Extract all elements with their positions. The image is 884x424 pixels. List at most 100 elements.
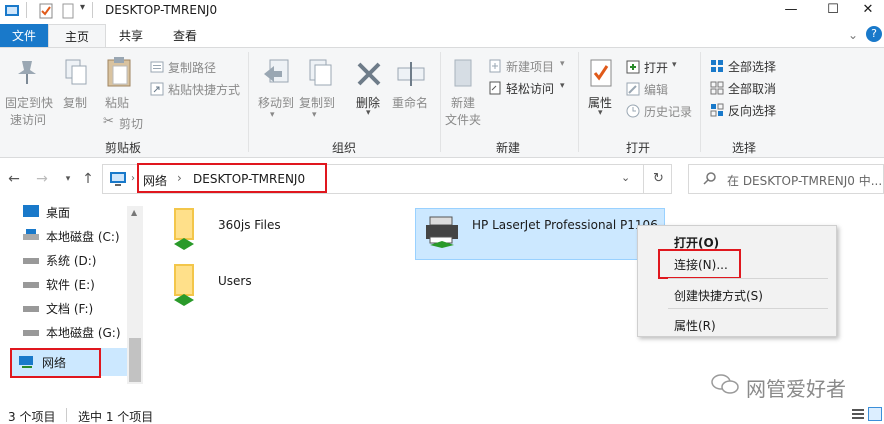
nav-item-drive-c[interactable]: 本地磁盘 (C:)	[22, 226, 120, 248]
up-button[interactable]: ↑	[80, 170, 96, 188]
large-icons-view-icon[interactable]	[868, 407, 882, 421]
nav-item-label: 文档 (F:)	[46, 302, 94, 316]
nav-item-drive-g[interactable]: 本地磁盘 (G:)	[22, 322, 121, 344]
delete-icon	[355, 60, 383, 91]
nav-item-drive-e[interactable]: 软件 (E:)	[22, 274, 95, 296]
nav-item-drive-f[interactable]: 文档 (F:)	[22, 298, 93, 320]
address-dropdown-icon[interactable]: ⌄	[621, 171, 630, 184]
menu-separator	[668, 278, 828, 279]
delete-dropdown-icon[interactable]: ▾	[366, 108, 371, 118]
drive-icon	[22, 323, 40, 345]
properties-dropdown-icon[interactable]: ▾	[598, 108, 603, 118]
group-divider	[700, 52, 701, 152]
navigation-pane: 桌面 本地磁盘 (C:) 系统 (D:) 软件 (E:) 文档 (F:) 本地磁…	[0, 200, 143, 384]
menu-item-connect[interactable]: 连接(N)...	[674, 256, 728, 273]
nav-item-drive-d[interactable]: 系统 (D:)	[22, 250, 96, 272]
explorer-icon[interactable]	[4, 3, 20, 19]
copy-path-button[interactable]: 复制路径	[168, 59, 216, 76]
copy-path-icon	[150, 60, 164, 77]
search-box[interactable]: 在 DESKTOP-TMRENJ0 中...	[688, 164, 884, 194]
easy-access-dropdown-icon[interactable]: ▾	[560, 81, 565, 91]
ribbon: 固定到快 速访问 复制 粘贴 ✂ 剪切 复制路径 粘贴快捷方式 剪贴板 移动到 …	[0, 47, 884, 158]
details-view-icon[interactable]	[852, 408, 864, 423]
select-none-button[interactable]: 全部取消	[728, 80, 776, 97]
paste-button[interactable]: 粘贴	[105, 94, 129, 111]
copy-to-button[interactable]: 复制到	[299, 94, 335, 111]
paste-shortcut-button[interactable]: 粘贴快捷方式	[168, 81, 240, 98]
nav-item-desktop[interactable]: 桌面	[22, 202, 70, 224]
tab-view[interactable]: 查看	[160, 24, 210, 48]
breadcrumb-network[interactable]: 网络	[143, 172, 167, 189]
pin-label-line2[interactable]: 速访问	[10, 111, 46, 128]
rename-button[interactable]: 重命名	[392, 94, 428, 111]
copy-button[interactable]: 复制	[63, 94, 87, 111]
window-title: DESKTOP-TMRENJ0	[105, 3, 218, 17]
nav-item-label: 系统 (D:)	[46, 254, 97, 268]
invert-selection-button[interactable]: 反向选择	[728, 102, 776, 119]
select-all-icon	[710, 59, 724, 76]
rename-icon	[396, 60, 426, 91]
selected-count: 选中 1 个项目	[78, 410, 154, 424]
select-all-button[interactable]: 全部选择	[728, 58, 776, 75]
scroll-up-icon[interactable]: ▲	[131, 208, 137, 217]
new-item-dropdown-icon[interactable]: ▾	[560, 59, 565, 69]
menu-item-create-shortcut[interactable]: 创建快捷方式(S)	[674, 287, 763, 304]
nav-item-label: 软件 (E:)	[46, 278, 95, 292]
minimize-button[interactable]: —	[768, 0, 814, 22]
drive-icon	[22, 227, 40, 249]
collapse-ribbon-icon[interactable]: ⌄	[848, 28, 858, 42]
divider	[92, 2, 93, 18]
desktop-icon	[22, 203, 40, 225]
open-button[interactable]: 打开	[644, 59, 668, 76]
recent-locations-dropdown-icon[interactable]: ▾	[60, 170, 76, 188]
new-folder-icon[interactable]	[60, 3, 76, 19]
file-item-printer[interactable]: HP LaserJet Professional P1106	[415, 208, 665, 260]
copy-to-dropdown-icon[interactable]: ▾	[312, 110, 317, 120]
new-folder-label-line1[interactable]: 新建	[451, 94, 475, 111]
tab-home[interactable]: 主页	[48, 24, 106, 48]
forward-button[interactable]: →	[34, 170, 50, 188]
history-button[interactable]: 历史记录	[644, 103, 692, 120]
tab-file[interactable]: 文件	[0, 24, 48, 48]
nav-item-network[interactable]: 网络	[18, 352, 66, 374]
nav-item-label: 桌面	[46, 206, 71, 220]
menu-item-properties[interactable]: 属性(R)	[674, 317, 716, 334]
new-folder-label-line2[interactable]: 文件夹	[445, 111, 481, 128]
item-count: 3 个项目	[8, 410, 56, 424]
maximize-button[interactable]: ☐	[810, 0, 856, 22]
cut-button[interactable]: 剪切	[119, 115, 143, 132]
tab-share[interactable]: 共享	[106, 24, 156, 48]
open-dropdown-icon[interactable]: ▾	[672, 60, 677, 70]
history-icon	[626, 104, 640, 121]
back-button[interactable]: ←	[6, 170, 22, 188]
wechat-logo-icon	[710, 372, 740, 399]
move-to-dropdown-icon[interactable]: ▾	[270, 110, 275, 120]
nav-scrollbar[interactable]: ▲	[127, 206, 143, 384]
scroll-thumb[interactable]	[129, 338, 141, 382]
quick-access-dropdown-icon[interactable]: ▾	[80, 2, 85, 13]
drive-icon	[22, 275, 40, 297]
ribbon-tabs: 文件 主页 共享 查看 ⌄ ?	[0, 24, 884, 48]
easy-access-icon	[488, 81, 502, 98]
edit-icon	[626, 82, 640, 99]
refresh-button[interactable]: ↻	[653, 171, 664, 186]
easy-access-button[interactable]: 轻松访问	[506, 80, 554, 97]
copy-icon	[64, 58, 88, 89]
close-button[interactable]: ✕	[852, 0, 884, 22]
properties-check-icon[interactable]	[38, 3, 54, 19]
address-bar[interactable]: › 网络 › DESKTOP-TMRENJ0 ⌄ ↻	[102, 163, 672, 194]
breadcrumb-current[interactable]: DESKTOP-TMRENJ0	[193, 172, 305, 186]
move-to-button[interactable]: 移动到	[258, 94, 294, 111]
new-item-button[interactable]: 新建项目	[506, 58, 554, 75]
edit-button[interactable]: 编辑	[644, 81, 668, 98]
new-group-label: 新建	[495, 141, 520, 155]
select-none-icon	[710, 81, 724, 98]
drive-icon	[22, 299, 40, 321]
nav-item-label: 本地磁盘 (C:)	[46, 230, 120, 244]
properties-icon	[588, 58, 614, 91]
file-item-360js[interactable]: 360js Files	[160, 206, 340, 256]
network-location-icon	[109, 171, 127, 190]
help-icon[interactable]: ?	[866, 26, 882, 42]
pin-label-line1[interactable]: 固定到快	[5, 94, 53, 111]
file-item-users[interactable]: Users	[160, 262, 340, 312]
